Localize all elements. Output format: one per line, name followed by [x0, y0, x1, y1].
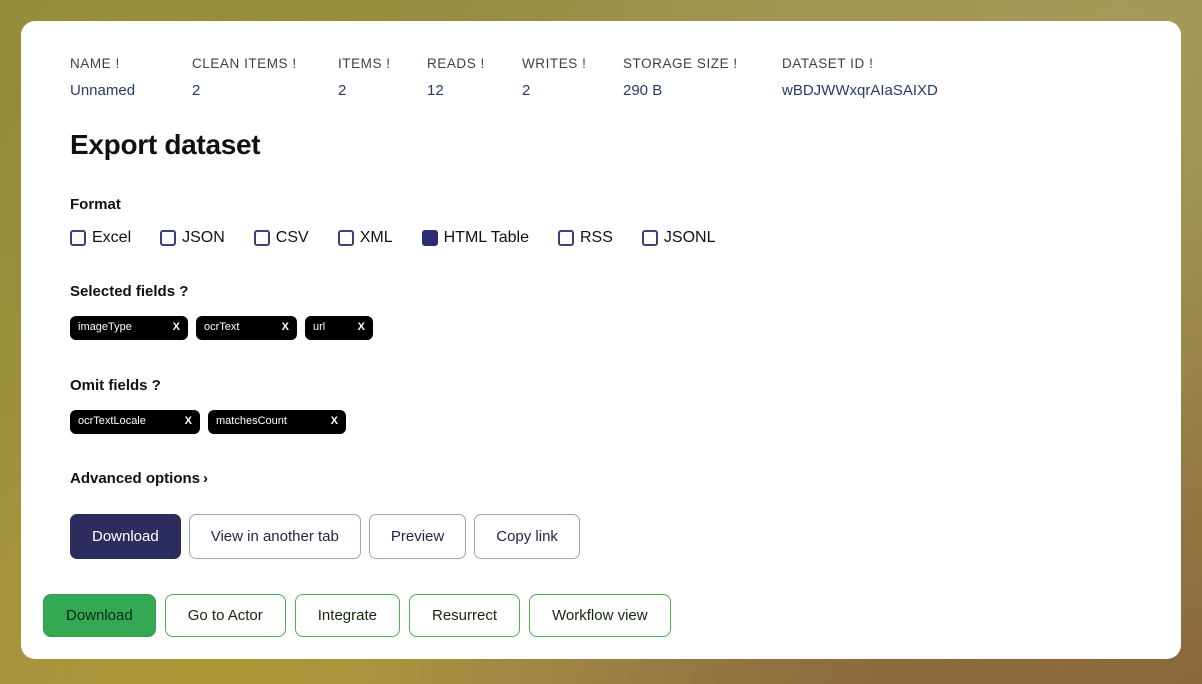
omit-fields-tags: ocrTextLocale X matchesCount X [70, 409, 1181, 434]
tag-remove-icon-url[interactable]: X [358, 322, 365, 333]
stat-label-reads: READS ! [427, 56, 485, 71]
tag-remove-icon-ocrTextLocale[interactable]: X [185, 416, 192, 427]
selected-fields-heading: Selected fields ? [70, 282, 189, 300]
omit-fields-heading: Omit fields ? [70, 376, 161, 394]
stat-value-clean-items: 2 [192, 81, 201, 99]
format-label-jsonl: JSONL [663, 228, 716, 246]
tag-matchesCount[interactable]: matchesCount X [208, 409, 346, 434]
stat-value-name: Unnamed [70, 81, 136, 99]
page-title: Export dataset [70, 128, 261, 160]
stat-writes: WRITES ! 2 [522, 57, 623, 98]
stat-label-clean-items: CLEAN ITEMS ! [192, 56, 297, 71]
tag-imageType[interactable]: imageType X [70, 315, 188, 340]
format-option-html-table[interactable]: HTML Table [421, 228, 529, 246]
format-option-excel[interactable]: Excel [70, 228, 132, 246]
tag-label-ocrTextLocale: ocrTextLocale [78, 415, 146, 427]
stat-label-writes: WRITES ! [522, 56, 587, 71]
advanced-options-toggle[interactable]: Advanced options › [70, 471, 208, 486]
format-option-rss[interactable]: RSS [557, 228, 613, 246]
stat-value-writes: 2 [522, 81, 531, 99]
tag-remove-icon-matchesCount[interactable]: X [331, 416, 338, 427]
integrate-button[interactable]: Integrate [294, 594, 400, 637]
tag-label-imageType: imageType [78, 321, 132, 333]
tag-remove-icon-imageType[interactable]: X [173, 322, 180, 333]
tag-label-ocrText: ocrText [204, 321, 240, 333]
tag-ocrText[interactable]: ocrText X [196, 315, 297, 340]
format-label-html-table: HTML Table [443, 228, 529, 246]
stat-value-storage-size: 290 B [623, 81, 663, 99]
stat-clean-items: CLEAN ITEMS ! 2 [192, 57, 338, 98]
format-heading: Format [70, 195, 121, 213]
go-to-actor-button[interactable]: Go to Actor [164, 594, 286, 637]
view-in-another-tab-button[interactable]: View in another tab [188, 513, 361, 559]
dataset-stats-bar: NAME ! Unnamed CLEAN ITEMS ! 2 ITEMS ! 2… [21, 21, 1181, 98]
stat-reads: READS ! 12 [427, 57, 522, 98]
format-option-csv[interactable]: CSV [253, 228, 309, 246]
chevron-right-icon: › [203, 469, 209, 487]
stat-label-storage-size: STORAGE SIZE ! [623, 56, 738, 71]
format-options: Excel JSON CSV XML HTML Table RSS JSONL [70, 228, 1181, 246]
checkbox-csv[interactable] [253, 229, 270, 246]
preview-button[interactable]: Preview [368, 513, 467, 559]
format-option-jsonl[interactable]: JSONL [641, 228, 716, 246]
format-label-csv: CSV [275, 228, 309, 246]
tag-ocrTextLocale[interactable]: ocrTextLocale X [70, 409, 200, 434]
checkbox-excel[interactable] [70, 229, 86, 246]
tag-url[interactable]: url X [305, 315, 373, 340]
resurrect-button[interactable]: Resurrect [408, 594, 521, 637]
format-option-xml[interactable]: XML [337, 228, 393, 246]
format-label-excel: Excel [92, 228, 132, 246]
tag-label-matchesCount: matchesCount [216, 415, 287, 427]
stat-label-items: ITEMS ! [338, 56, 391, 71]
checkbox-json[interactable] [160, 229, 177, 246]
footer-download-button[interactable]: Download [43, 594, 156, 637]
advanced-options-label: Advanced options [70, 469, 201, 487]
stat-items: ITEMS ! 2 [338, 57, 427, 98]
format-label-xml: XML [359, 228, 393, 246]
checkbox-html-table[interactable] [421, 229, 438, 246]
stat-name: NAME ! Unnamed [70, 57, 192, 98]
checkbox-jsonl[interactable] [641, 229, 658, 246]
format-option-json[interactable]: JSON [160, 228, 225, 246]
tag-remove-icon-ocrText[interactable]: X [282, 322, 289, 333]
format-label-json: JSON [182, 228, 225, 246]
copy-link-button[interactable]: Copy link [474, 513, 580, 559]
export-dataset-card: NAME ! Unnamed CLEAN ITEMS ! 2 ITEMS ! 2… [21, 21, 1181, 659]
stat-dataset-id: DATASET ID ! wBDJWWxqrAIaSAIXD [782, 57, 938, 98]
workflow-view-button[interactable]: Workflow view [529, 594, 671, 637]
stat-value-items: 2 [338, 81, 347, 99]
checkbox-rss[interactable] [557, 229, 574, 246]
selected-fields-tags: imageType X ocrText X url X [70, 315, 1181, 340]
export-action-buttons: Download View in another tab Preview Cop… [70, 513, 1181, 559]
checkbox-xml[interactable] [337, 229, 354, 246]
stat-label-name: NAME ! [70, 56, 120, 71]
stat-storage-size: STORAGE SIZE ! 290 B [623, 57, 782, 98]
stat-value-reads: 12 [427, 81, 444, 99]
download-button[interactable]: Download [70, 513, 181, 559]
stat-label-dataset-id: DATASET ID ! [782, 56, 874, 71]
footer-action-buttons: Download Go to Actor Integrate Resurrect… [43, 594, 680, 637]
format-label-rss: RSS [579, 228, 613, 246]
stat-value-dataset-id: wBDJWWxqrAIaSAIXD [782, 81, 938, 99]
tag-label-url: url [313, 321, 326, 333]
